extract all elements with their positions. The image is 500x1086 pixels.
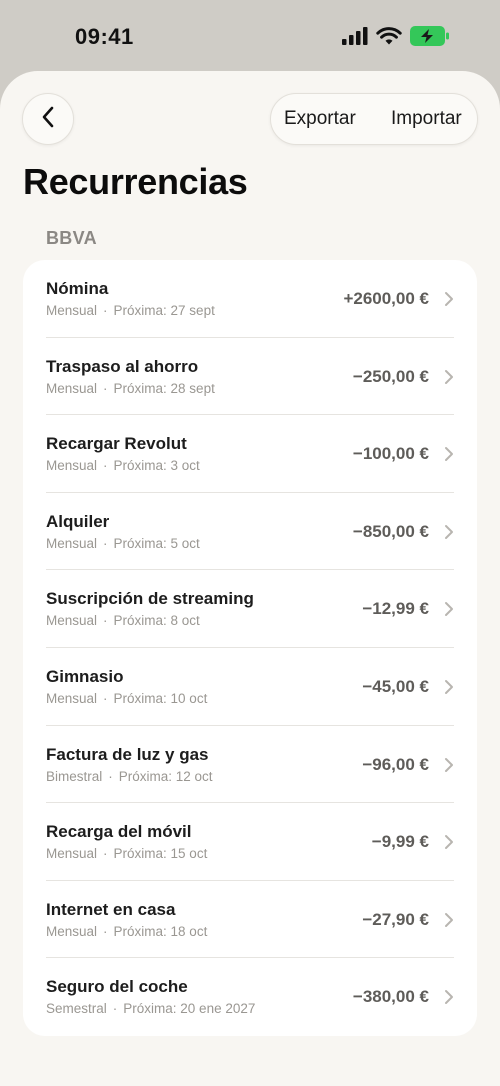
list-item[interactable]: Traspaso al ahorro Mensual · Próxima: 28 s… — [23, 338, 477, 416]
item-frequency: Mensual — [46, 458, 98, 474]
import-button[interactable]: Importar — [391, 108, 462, 130]
list-item[interactable]: Internet en casa Mensual · Próxima: 18 oct… — [23, 881, 477, 959]
item-name: Recargar Revolut — [46, 434, 187, 454]
list-item[interactable]: Nómina Mensual · Próxima: 27 sept +2600,00… — [23, 260, 477, 338]
signal-icon — [342, 27, 368, 50]
chevron-right-icon — [445, 757, 453, 772]
section-header: BBVA — [46, 228, 97, 248]
item-meta: Mensual · Próxima: 27 sept — [46, 303, 215, 318]
list-item[interactable]: Suscripción de streaming Mensual · Próxima… — [23, 570, 477, 648]
status-time: 09:41 — [75, 24, 134, 49]
item-frequency: Mensual — [46, 846, 98, 862]
item-meta: Mensual · Próxima: 8 oct — [46, 613, 200, 629]
export-button[interactable]: Exportar — [284, 108, 356, 130]
list-item[interactable]: Gimnasio Mensual · Próxima: 10 oct −45,00 … — [23, 648, 477, 726]
item-next-date: Próxima: 12 oct — [118, 768, 213, 784]
item-name: Recarga del móvil — [46, 822, 192, 842]
list-item[interactable]: Seguro del coche Semestral · Próxima: 20 e… — [23, 958, 477, 1036]
item-meta: Mensual · Próxima: 10 oct — [46, 691, 208, 706]
item-amount: −850,00 € — [352, 521, 429, 541]
item-name: Internet en casa — [46, 899, 176, 919]
item-name: Alquiler — [46, 511, 110, 531]
item-name: Traspaso al ahorro — [46, 356, 199, 376]
item-frequency: Mensual — [46, 613, 98, 629]
item-next-date: Próxima: 8 oct — [113, 613, 200, 629]
item-frequency: Mensual — [46, 303, 98, 318]
item-frequency: Semestral — [46, 1001, 107, 1017]
item-meta: Mensual · Próxima: 5 oct — [46, 535, 200, 551]
list-item[interactable]: Factura de luz y gas Bimestral · Próxima: … — [23, 726, 477, 804]
chevron-right-icon — [445, 602, 453, 617]
chevron-right-icon — [445, 369, 453, 384]
item-meta: Mensual · Próxima: 15 oct — [46, 846, 208, 862]
status-icons — [342, 26, 450, 51]
item-meta: Mensual · Próxima: 18 oct — [46, 923, 208, 939]
sheet: Exportar Importar Recurrencias BBVA Nómi… — [0, 71, 500, 1086]
item-frequency: Bimestral — [46, 768, 103, 784]
item-name: Gimnasio — [46, 667, 124, 686]
battery-charging-icon — [410, 26, 450, 51]
item-amount: −380,00 € — [352, 987, 429, 1007]
item-next-date: Próxima: 27 sept — [113, 303, 215, 318]
item-name: Seguro del coche — [46, 977, 188, 997]
item-amount: −100,00 € — [352, 444, 429, 464]
item-amount: −250,00 € — [352, 366, 429, 386]
item-amount: −27,90 € — [362, 909, 429, 929]
item-meta: Mensual · Próxima: 3 oct — [46, 458, 200, 474]
chevron-right-icon — [445, 990, 453, 1005]
chevron-right-icon — [445, 524, 453, 539]
chevron-left-icon — [41, 106, 55, 133]
item-frequency: Mensual — [46, 535, 98, 551]
page-title: Recurrencias — [23, 161, 248, 202]
chevron-right-icon — [445, 912, 453, 927]
item-meta: Bimestral · Próxima: 12 oct — [46, 768, 213, 784]
list-item[interactable]: Recargar Revolut Mensual · Próxima: 3 oct … — [23, 415, 477, 493]
item-frequency: Mensual — [46, 380, 98, 396]
item-amount: −96,00 € — [362, 754, 429, 774]
chevron-right-icon — [445, 447, 453, 462]
export-import-group: Exportar Importar — [270, 93, 478, 145]
chevron-right-icon — [445, 680, 453, 694]
chevron-right-icon — [445, 292, 453, 306]
item-name: Factura de luz y gas — [46, 744, 209, 764]
item-frequency: Mensual — [46, 923, 98, 939]
recurrences-list: Nómina Mensual · Próxima: 27 sept +2600,00… — [23, 260, 477, 1036]
item-amount: −9,99 € — [371, 832, 429, 852]
item-name: Nómina — [46, 279, 109, 298]
chevron-right-icon — [445, 835, 453, 850]
item-meta: Mensual · Próxima: 28 sept — [46, 380, 215, 396]
back-button[interactable] — [22, 93, 74, 145]
item-next-date: Próxima: 18 oct — [113, 923, 208, 939]
item-next-date: Próxima: 10 oct — [113, 691, 208, 706]
item-next-date: Próxima: 3 oct — [113, 458, 200, 474]
item-amount: +2600,00 € — [343, 289, 429, 308]
item-amount: −12,99 € — [362, 599, 429, 619]
item-amount: −45,00 € — [362, 677, 429, 696]
list-item[interactable]: Recarga del móvil Mensual · Próxima: 15 oc… — [23, 803, 477, 881]
status-bar: 09:41 — [0, 0, 500, 72]
list-item[interactable]: Alquiler Mensual · Próxima: 5 oct −850,00 … — [23, 493, 477, 571]
item-frequency: Mensual — [46, 691, 98, 706]
item-next-date: Próxima: 20 ene 2027 — [123, 1001, 256, 1017]
item-meta: Semestral · Próxima: 20 ene 2027 — [46, 1001, 256, 1017]
item-next-date: Próxima: 15 oct — [113, 846, 208, 862]
item-next-date: Próxima: 28 sept — [113, 380, 215, 396]
item-next-date: Próxima: 5 oct — [113, 535, 200, 551]
wifi-icon — [376, 26, 402, 51]
item-name: Suscripción de streaming — [46, 589, 254, 609]
